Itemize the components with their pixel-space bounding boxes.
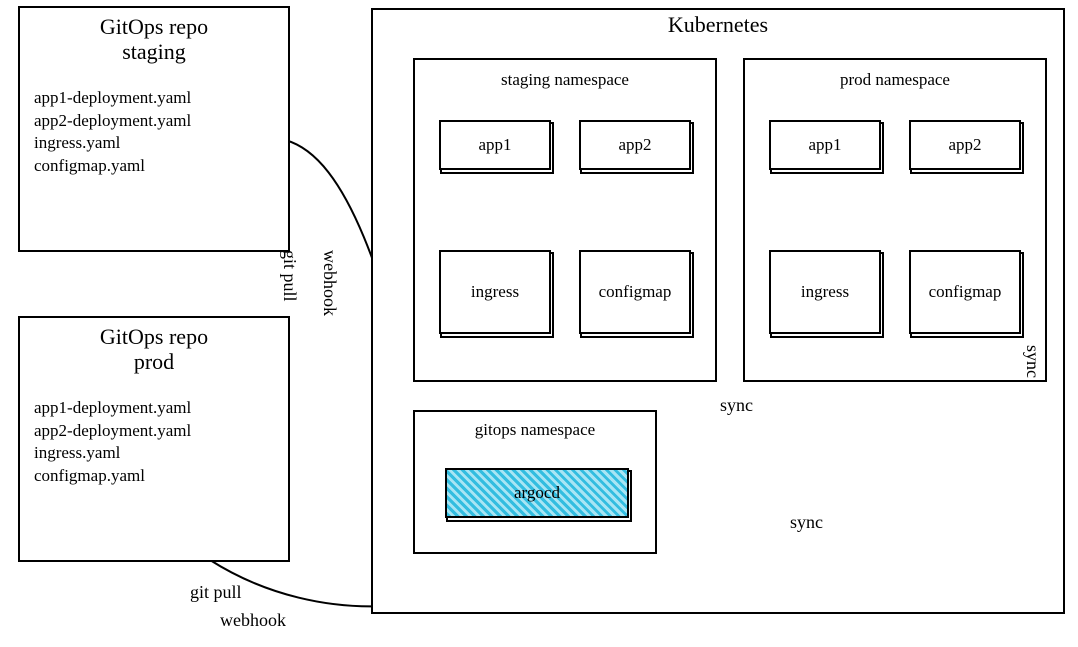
resource-app1: app1	[769, 120, 881, 170]
gitops-repo-staging: GitOps repo staging app1-deployment.yaml…	[18, 6, 290, 252]
label-sync: sync	[720, 395, 753, 416]
staging-ns-title: staging namespace	[415, 60, 715, 90]
file-item: ingress.yaml	[34, 442, 274, 465]
gitops-ns-title: gitops namespace	[415, 412, 655, 440]
label-webhook: webhook	[319, 250, 340, 316]
repo-prod-title-1: GitOps repo	[100, 324, 208, 349]
resource-configmap: configmap	[579, 250, 691, 334]
prod-ns-title: prod namespace	[745, 60, 1045, 90]
label-sync: sync	[790, 512, 823, 533]
label-webhook: webhook	[220, 610, 286, 631]
label-sync: sync	[1022, 345, 1043, 378]
repo-staging-title-1: GitOps repo	[100, 14, 208, 39]
prod-namespace: prod namespace app1 app2 ingress configm…	[743, 58, 1047, 382]
staging-namespace: staging namespace app1 app2 ingress conf…	[413, 58, 717, 382]
resource-ingress: ingress	[769, 250, 881, 334]
label-git-pull: git pull	[279, 250, 300, 302]
file-item: app1-deployment.yaml	[34, 87, 274, 110]
resource-app2: app2	[909, 120, 1021, 170]
file-item: app2-deployment.yaml	[34, 420, 274, 443]
resource-ingress: ingress	[439, 250, 551, 334]
argocd-component: argocd	[445, 468, 629, 518]
gitops-namespace: gitops namespace argocd	[413, 410, 657, 554]
file-item: configmap.yaml	[34, 155, 274, 178]
file-item: app1-deployment.yaml	[34, 397, 274, 420]
resource-configmap: configmap	[909, 250, 1021, 334]
repo-staging-title-2: staging	[122, 39, 186, 64]
file-item: configmap.yaml	[34, 465, 274, 488]
label-git-pull: git pull	[190, 582, 242, 603]
file-item: app2-deployment.yaml	[34, 110, 274, 133]
file-item: ingress.yaml	[34, 132, 274, 155]
kubernetes-cluster: Kubernetes staging namespace app1 app2 i…	[371, 8, 1065, 614]
resource-app1: app1	[439, 120, 551, 170]
kubernetes-title: Kubernetes	[373, 10, 1063, 37]
gitops-repo-prod: GitOps repo prod app1-deployment.yaml ap…	[18, 316, 290, 562]
resource-app2: app2	[579, 120, 691, 170]
repo-prod-title-2: prod	[134, 349, 174, 374]
